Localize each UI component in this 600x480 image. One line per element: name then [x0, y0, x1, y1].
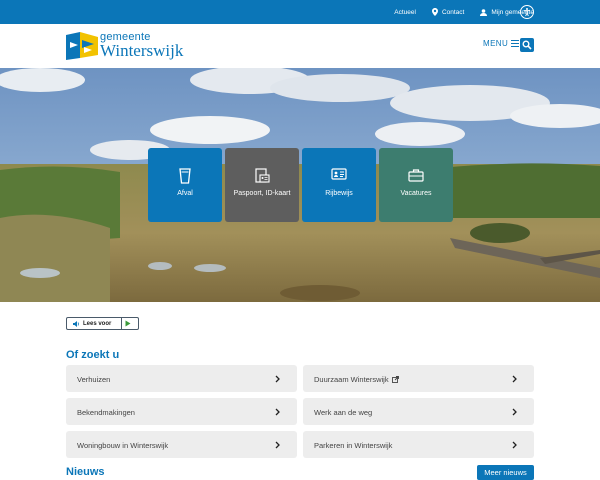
- quicklink-text[interactable]: Werk aan de weg: [314, 408, 372, 417]
- play-icon[interactable]: [125, 320, 131, 327]
- menu-label[interactable]: MENU: [483, 39, 508, 48]
- link-actueel-label[interactable]: Actueel: [394, 9, 416, 16]
- accessibility-button[interactable]: [520, 5, 534, 19]
- hero-banner: Afval Paspoort, ID-kaart Rijbewijs Vacat…: [0, 68, 600, 302]
- trash-bin-icon: [179, 168, 191, 184]
- link-actueel[interactable]: Actueel: [394, 9, 416, 16]
- quicklink-text[interactable]: Woningbouw in Winterswijk: [77, 441, 168, 450]
- quicklink-text[interactable]: Verhuizen: [77, 375, 110, 384]
- accessibility-icon: [524, 8, 530, 17]
- search-icon: [522, 40, 532, 50]
- link-contact-label[interactable]: Contact: [442, 9, 464, 16]
- quicklink-text[interactable]: Bekendmakingen: [77, 408, 135, 417]
- search-button[interactable]: [520, 38, 534, 52]
- quicklink-label[interactable]: Verhuizen: [77, 375, 110, 384]
- id-document-icon: [255, 168, 270, 183]
- link-contact[interactable]: Contact: [431, 8, 464, 16]
- tile-rijbewijs[interactable]: Rijbewijs: [302, 148, 376, 222]
- hero-landscape-image: [0, 68, 600, 302]
- quicklink-werk-aan-de-weg[interactable]: Werk aan de weg: [303, 398, 534, 425]
- utility-links: Actueel Contact Mijn gemeente: [394, 0, 534, 24]
- user-icon: [480, 8, 488, 16]
- top-utility-bar: Actueel Contact Mijn gemeente: [0, 0, 600, 24]
- logo-flag-icon: [66, 32, 98, 60]
- quicklink-text[interactable]: Parkeren in Winterswijk: [314, 441, 392, 450]
- chevron-right-icon: [512, 408, 517, 416]
- speaker-icon: [73, 320, 79, 327]
- chevron-right-icon: [512, 375, 517, 383]
- site-logo[interactable]: gemeente Winterswijk: [66, 31, 191, 61]
- read-aloud-label[interactable]: Lees voor: [83, 321, 111, 327]
- quicklink-label[interactable]: Parkeren in Winterswijk: [314, 441, 392, 450]
- quicklink-label[interactable]: Woningbouw in Winterswijk: [77, 441, 168, 450]
- briefcase-icon: [408, 169, 424, 182]
- tile-vacatures-label[interactable]: Vacatures: [379, 190, 453, 197]
- section-title-nieuws: Nieuws: [66, 466, 105, 478]
- logo-text-winterswijk: Winterswijk: [100, 41, 184, 60]
- chevron-right-icon: [275, 441, 280, 449]
- quicklink-bekendmakingen[interactable]: Bekendmakingen: [66, 398, 297, 425]
- quicklink-label[interactable]: Duurzaam Winterswijk: [314, 375, 399, 384]
- readspeaker-widget: Lees voor: [66, 317, 139, 330]
- quicklink-parkeren[interactable]: Parkeren in Winterswijk: [303, 431, 534, 458]
- section-title-of-zoekt-u: Of zoekt u: [66, 349, 120, 361]
- tile-vacatures[interactable]: Vacatures: [379, 148, 453, 222]
- quicklink-verhuizen[interactable]: Verhuizen: [66, 365, 297, 392]
- quicklink-duurzaam-winterswijk[interactable]: Duurzaam Winterswijk: [303, 365, 534, 392]
- quicklink-label[interactable]: Bekendmakingen: [77, 408, 135, 417]
- tile-paspoort-label[interactable]: Paspoort, ID-kaart: [225, 190, 299, 197]
- more-news-button[interactable]: Meer nieuws: [477, 465, 534, 480]
- drivers-license-icon: [331, 168, 347, 180]
- hamburger-icon: [511, 40, 520, 47]
- chevron-right-icon: [512, 441, 517, 449]
- quicklink-label[interactable]: Werk aan de weg: [314, 408, 372, 417]
- site-header: gemeente Winterswijk MENU: [0, 24, 600, 68]
- quicklink-woningbouw[interactable]: Woningbouw in Winterswijk: [66, 431, 297, 458]
- tile-paspoort-id-kaart[interactable]: Paspoort, ID-kaart: [225, 148, 299, 222]
- read-aloud-button[interactable]: Lees voor: [67, 318, 122, 329]
- chevron-right-icon: [275, 375, 280, 383]
- location-pin-icon: [431, 8, 438, 16]
- quicklink-text[interactable]: Duurzaam Winterswijk: [314, 375, 389, 384]
- external-link-icon: [391, 376, 399, 383]
- chevron-right-icon: [275, 408, 280, 416]
- tile-afval-label[interactable]: Afval: [148, 190, 222, 197]
- tile-afval[interactable]: Afval: [148, 148, 222, 222]
- menu-button[interactable]: MENU: [483, 39, 520, 48]
- tile-rijbewijs-label[interactable]: Rijbewijs: [302, 190, 376, 197]
